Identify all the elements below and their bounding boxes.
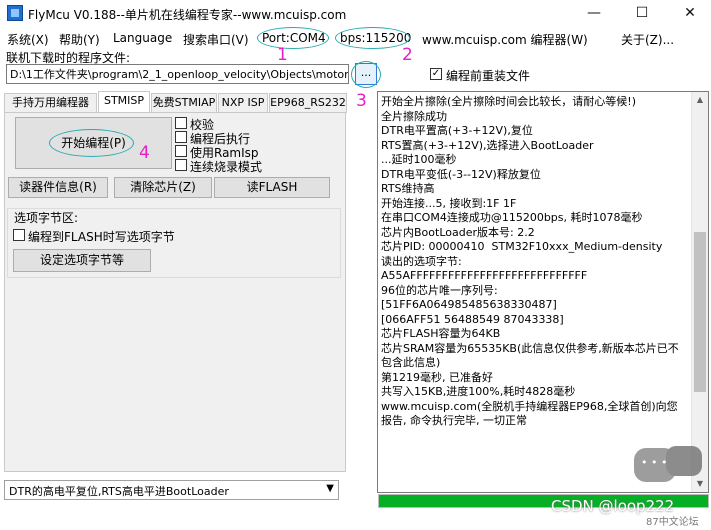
reset-mode-select[interactable]: DTR的高电平复位,RTS高电平进BootLoader ▼ xyxy=(4,480,339,500)
erase-chip-button[interactable]: 清除芯片(Z) xyxy=(114,177,212,198)
menu-programmer[interactable]: www.mcuisp.com 编程器(W) xyxy=(422,31,588,48)
reload-label: 编程前重装文件 xyxy=(446,69,531,83)
annotation-number-2: 2 xyxy=(402,45,413,65)
close-button[interactable]: ✕ xyxy=(670,0,710,28)
verify-checkbox[interactable] xyxy=(175,117,187,129)
log-text: 开始全片擦除(全片擦除时间会比较长，请耐心等候!) 全片擦除成功 DTR电平置高… xyxy=(381,95,679,427)
reload-checkbox[interactable]: ✓ xyxy=(430,68,442,80)
menu-system[interactable]: 系统(X) xyxy=(7,31,49,48)
scroll-thumb[interactable] xyxy=(694,232,706,392)
minimize-button[interactable]: — xyxy=(574,0,614,28)
annotation-number-4: 4 xyxy=(139,143,150,163)
log-scrollbar[interactable]: ▲ ▼ xyxy=(691,92,708,492)
window-title: FlyMcu V0.188--单片机在线编程专家--www.mcuisp.com xyxy=(28,8,347,22)
log-panel: 开始全片擦除(全片擦除时间会比较长，请耐心等候!) 全片擦除成功 DTR电平置高… xyxy=(377,91,709,493)
reset-mode-value: DTR的高电平复位,RTS高电平进BootLoader xyxy=(9,485,229,498)
tab-stmisp[interactable]: STMISP xyxy=(98,91,150,113)
set-option-bytes-button[interactable]: 设定选项字节等 xyxy=(13,249,151,272)
annotation-ellipse-browse xyxy=(351,61,381,88)
continuous-mode-label: 连续烧录模式 xyxy=(190,160,263,174)
annotation-ellipse-start xyxy=(49,129,134,157)
menu-about[interactable]: 关于(Z)... xyxy=(621,31,674,48)
read-device-info-button[interactable]: 读器件信息(R) xyxy=(8,177,108,198)
annotation-number-1: 1 xyxy=(277,45,288,65)
tab-ep968[interactable]: EP968_RS232 xyxy=(269,93,347,113)
program-path-field[interactable]: D:\1工作文件夹\program\2_1_openloop_velocity\… xyxy=(6,64,349,84)
scroll-up-icon[interactable]: ▲ xyxy=(692,92,708,108)
write-option-checkbox[interactable] xyxy=(13,229,25,241)
tab-nxp-isp[interactable]: NXP ISP xyxy=(218,93,268,113)
continuous-mode-checkbox[interactable] xyxy=(175,159,187,171)
write-option-label: 编程到FLASH时写选项字节 xyxy=(28,230,175,244)
annotation-number-3: 3 xyxy=(356,91,367,111)
watermark-sub: 87中文论坛 xyxy=(646,517,699,528)
option-bytes-group: 选项字节区: 编程到FLASH时写选项字节 设定选项字节等 xyxy=(7,208,341,278)
scroll-down-icon[interactable]: ▼ xyxy=(692,476,708,492)
app-icon xyxy=(7,5,23,21)
maximize-button[interactable]: ☐ xyxy=(622,0,662,28)
tab-stmiap[interactable]: 免费STMIAP xyxy=(151,93,217,113)
option-bytes-title: 选项字节区: xyxy=(14,211,79,225)
read-flash-button[interactable]: 读FLASH xyxy=(214,177,330,198)
title-bar: FlyMcu V0.188--单片机在线编程专家--www.mcuisp.com… xyxy=(0,0,711,28)
chat-icon xyxy=(634,448,676,482)
stmisp-panel: 开始编程(P) 校验 编程后执行 使用RamIsp 连续烧录模式 读器件信息(R… xyxy=(4,112,346,472)
ramisp-checkbox[interactable] xyxy=(175,145,187,157)
annotation-ellipse-port xyxy=(257,27,329,49)
menu-language[interactable]: Language xyxy=(113,31,172,45)
tab-handheld[interactable]: 手持万用编程器 xyxy=(4,93,97,113)
menu-search-port[interactable]: 搜索串口(V) xyxy=(183,31,249,48)
run-after-checkbox[interactable] xyxy=(175,131,187,143)
menu-help[interactable]: 帮助(Y) xyxy=(59,31,100,48)
annotation-ellipse-bps xyxy=(335,27,410,49)
chevron-down-icon[interactable]: ▼ xyxy=(326,483,334,494)
check-mark-icon: ✓ xyxy=(431,68,441,79)
